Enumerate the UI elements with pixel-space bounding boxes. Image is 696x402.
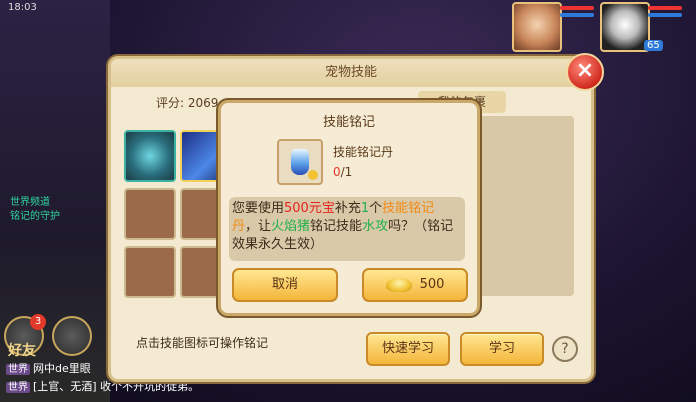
- hp-bar: [560, 6, 594, 10]
- pet-hp-bar: [648, 6, 682, 10]
- msg-qty: 1: [360, 201, 370, 216]
- msg-skill: 水攻: [362, 219, 389, 234]
- count-need: /1: [340, 165, 353, 179]
- coin-icon: [308, 170, 318, 180]
- skill-slot-empty[interactable]: [124, 246, 176, 298]
- quick-learn-button[interactable]: 快速学习: [366, 332, 450, 366]
- pet-mp-bar: [648, 13, 682, 17]
- panel-title: 宠物技能: [111, 59, 591, 87]
- chat-bubble-icon[interactable]: [52, 316, 92, 356]
- chat-text: 网中de里眼: [33, 362, 91, 375]
- score-label: 评分: 2069: [156, 96, 219, 110]
- learn-button[interactable]: 学习: [460, 332, 544, 366]
- item-slot[interactable]: [277, 139, 323, 185]
- side-notice-line: 世界频道: [10, 197, 50, 208]
- msg-prefix: 您要使用: [232, 201, 285, 216]
- pet-level-badge: 65: [644, 40, 663, 51]
- pay-button[interactable]: 500: [362, 268, 468, 302]
- chat-line: 世界 网中de里眼: [6, 360, 91, 376]
- msg-mid: ，让: [245, 219, 272, 234]
- dialog-title: 技能铭记: [322, 115, 375, 130]
- side-notice-line: 铭记的守护: [10, 211, 60, 222]
- notification-badge: 3: [30, 314, 46, 330]
- pet-avatar[interactable]: [600, 2, 650, 52]
- hint-text: 点击技能图标可操作铭记: [136, 336, 269, 350]
- chat-tag: 世界: [6, 364, 30, 375]
- friend-label[interactable]: 好友: [8, 340, 36, 360]
- pack-area: [474, 116, 574, 296]
- pet-bars: [648, 6, 682, 20]
- msg-mid: 个: [369, 201, 383, 216]
- mp-bar: [560, 13, 594, 17]
- side-notice: 世界频道 铭记的守护: [10, 196, 60, 224]
- player-avatar[interactable]: [512, 2, 562, 52]
- chat-tag: 世界: [6, 382, 30, 393]
- pay-amount: 500: [419, 277, 445, 292]
- msg-mid: 补充: [334, 201, 361, 216]
- confirm-message: 您要使用500元宝补充1个技能铭记丹，让火焰猪铭记技能水攻吗？（铭记效果永久生效…: [232, 200, 460, 254]
- help-icon[interactable]: ?: [552, 336, 578, 362]
- skill-slot-water[interactable]: [124, 130, 176, 182]
- status-time: 18:03: [8, 2, 37, 13]
- cancel-button[interactable]: 取消: [232, 268, 338, 302]
- msg-mid: 铭记技能: [310, 219, 363, 234]
- msg-pet: 火焰猪: [271, 219, 311, 234]
- potion-icon: [291, 149, 309, 175]
- item-count: 0/1: [333, 165, 352, 179]
- count-have: 0: [333, 165, 341, 179]
- skill-slot-empty[interactable]: [124, 188, 176, 240]
- close-button[interactable]: ×: [566, 53, 604, 91]
- player-bars: [560, 6, 594, 20]
- ingot-icon: [385, 277, 412, 292]
- msg-cost: 500元宝: [284, 201, 335, 216]
- item-name: 技能铭记丹: [333, 145, 394, 159]
